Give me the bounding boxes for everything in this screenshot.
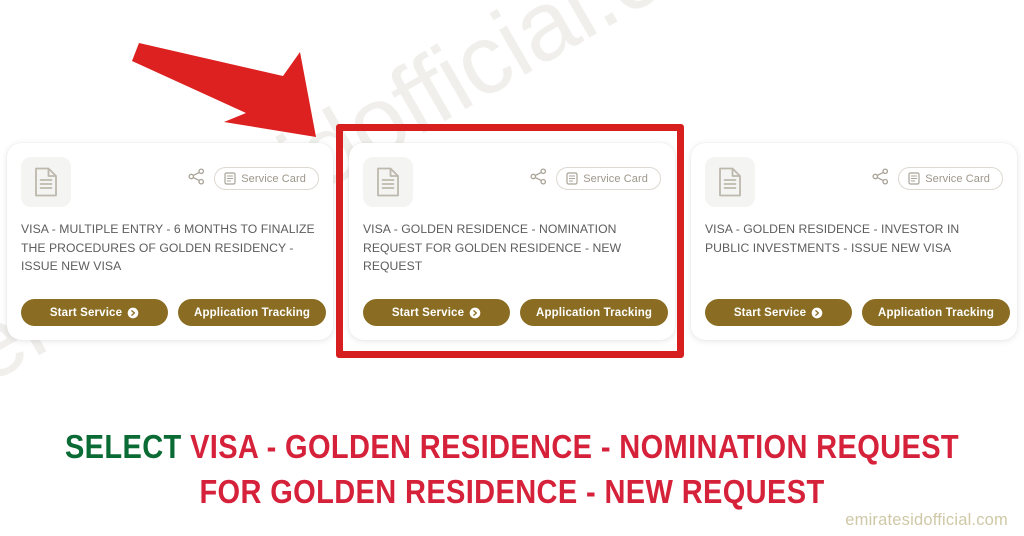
service-card-3[interactable]: Service Card VISA - GOLDEN RESIDENCE - I… [691, 143, 1017, 340]
service-card-1[interactable]: Service Card VISA - MULTIPLE ENTRY - 6 M… [7, 143, 333, 340]
card-title: VISA - GOLDEN RESIDENCE - INVESTOR IN PU… [705, 222, 960, 255]
start-service-button[interactable]: Start Service [21, 299, 168, 326]
arrow-right-circle-icon [127, 307, 139, 319]
start-service-button[interactable]: Start Service [363, 299, 510, 326]
card-header-actions: Service Card [188, 157, 319, 190]
service-cards-row: Service Card VISA - MULTIPLE ENTRY - 6 M… [0, 143, 1024, 340]
start-service-label: Start Service [49, 306, 123, 319]
start-service-button[interactable]: Start Service [705, 299, 852, 326]
card-header: Service Card [21, 157, 319, 209]
caption-select-word: SELECT [64, 428, 182, 465]
caption-block: SELECT VISA - GOLDEN RESIDENCE - NOMINAT… [0, 424, 1024, 514]
site-credit: emiratesidofficial.com [845, 511, 1008, 529]
service-card-label: Service Card [241, 172, 306, 185]
card-header: Service Card [705, 157, 1003, 209]
document-icon [363, 157, 413, 207]
card-header-actions: Service Card [872, 157, 1003, 190]
card-header-actions: Service Card [530, 157, 661, 190]
red-arrow-annotation [128, 30, 348, 150]
card-actions: Start Service Application Tracking [21, 299, 327, 326]
service-card-button[interactable]: Service Card [214, 167, 319, 190]
service-card-icon [566, 172, 578, 185]
application-tracking-button[interactable]: Application Tracking [862, 299, 1011, 326]
start-service-label: Start Service [733, 306, 807, 319]
arrow-right-circle-icon [469, 307, 481, 319]
card-actions: Start Service Application Tracking [705, 299, 1011, 326]
service-card-icon [908, 172, 920, 185]
application-tracking-label: Application Tracking [536, 306, 653, 319]
service-card-button[interactable]: Service Card [556, 167, 661, 190]
service-card-button[interactable]: Service Card [898, 167, 1003, 190]
application-tracking-label: Application Tracking [194, 306, 311, 319]
start-service-label: Start Service [391, 306, 465, 319]
application-tracking-button[interactable]: Application Tracking [178, 299, 327, 326]
card-header: Service Card [363, 157, 661, 209]
share-icon[interactable] [530, 167, 547, 190]
caption-line-2: FOR GOLDEN RESIDENCE - NEW REQUEST [199, 473, 825, 510]
service-card-icon [224, 172, 236, 185]
arrow-right-circle-icon [811, 307, 823, 319]
document-icon [705, 157, 755, 207]
service-card-2[interactable]: Service Card VISA - GOLDEN RESIDENCE - N… [349, 143, 675, 340]
card-title: VISA - MULTIPLE ENTRY - 6 MONTHS TO FINA… [21, 222, 315, 274]
share-icon[interactable] [872, 167, 889, 190]
share-icon[interactable] [188, 167, 205, 190]
document-icon [21, 157, 71, 207]
caption-line-1: SELECT VISA - GOLDEN RESIDENCE - NOMINAT… [61, 424, 962, 469]
card-title: VISA - GOLDEN RESIDENCE - NOMINATION REQ… [363, 222, 622, 274]
application-tracking-label: Application Tracking [878, 306, 995, 319]
service-card-label: Service Card [583, 172, 648, 185]
caption-line-1-rest: VISA - GOLDEN RESIDENCE - NOMINATION REQ… [190, 428, 960, 465]
application-tracking-button[interactable]: Application Tracking [520, 299, 669, 326]
service-card-label: Service Card [925, 172, 990, 185]
card-actions: Start Service Application Tracking [363, 299, 669, 326]
